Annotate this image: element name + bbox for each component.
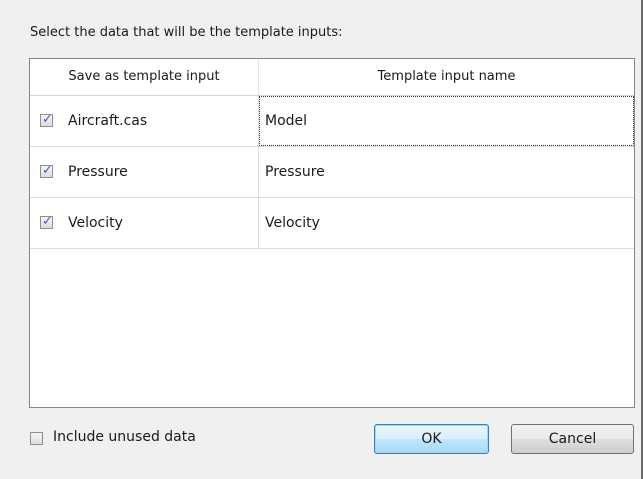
column-header-name[interactable]: Template input name — [259, 59, 634, 95]
save-checkbox[interactable]: ✓ — [40, 214, 53, 229]
cancel-button[interactable]: Cancel — [511, 424, 634, 454]
data-label: Velocity — [68, 215, 123, 231]
save-cell: ✓ Aircraft.cas — [30, 96, 258, 146]
data-label: Pressure — [68, 164, 128, 180]
template-inputs-dialog: Select the data that will be the templat… — [0, 0, 643, 479]
table-row[interactable]: ✓ Aircraft.cas Model — [30, 96, 634, 147]
template-name-cell[interactable]: Pressure — [259, 147, 634, 197]
template-name-cell[interactable]: Model — [259, 96, 634, 146]
checkmark-icon: ✓ — [42, 163, 53, 178]
checkmark-icon: ✓ — [42, 214, 53, 229]
checkmark-icon: ✓ — [42, 112, 53, 127]
ok-button[interactable]: OK — [374, 424, 489, 454]
table-row[interactable]: ✓ Pressure Pressure — [30, 147, 634, 198]
template-name-value: Pressure — [265, 164, 325, 180]
template-name-value: Model — [265, 113, 308, 129]
template-name-cell[interactable]: Velocity — [259, 198, 634, 248]
include-unused-checkbox[interactable] — [30, 432, 43, 445]
save-cell: ✓ Velocity — [30, 198, 258, 248]
table-row[interactable]: ✓ Velocity Velocity — [30, 198, 634, 249]
template-name-value: Velocity — [265, 215, 320, 231]
template-inputs-table: Save as template input Template input na… — [29, 58, 635, 408]
save-cell: ✓ Pressure — [30, 147, 258, 197]
column-header-save[interactable]: Save as template input — [30, 59, 258, 95]
save-checkbox[interactable]: ✓ — [40, 112, 53, 127]
include-unused-label[interactable]: Include unused data — [53, 429, 196, 445]
instruction-text: Select the data that will be the templat… — [30, 25, 343, 40]
table-header: Save as template input Template input na… — [30, 59, 634, 96]
save-checkbox[interactable]: ✓ — [40, 163, 53, 178]
data-label: Aircraft.cas — [68, 113, 148, 129]
